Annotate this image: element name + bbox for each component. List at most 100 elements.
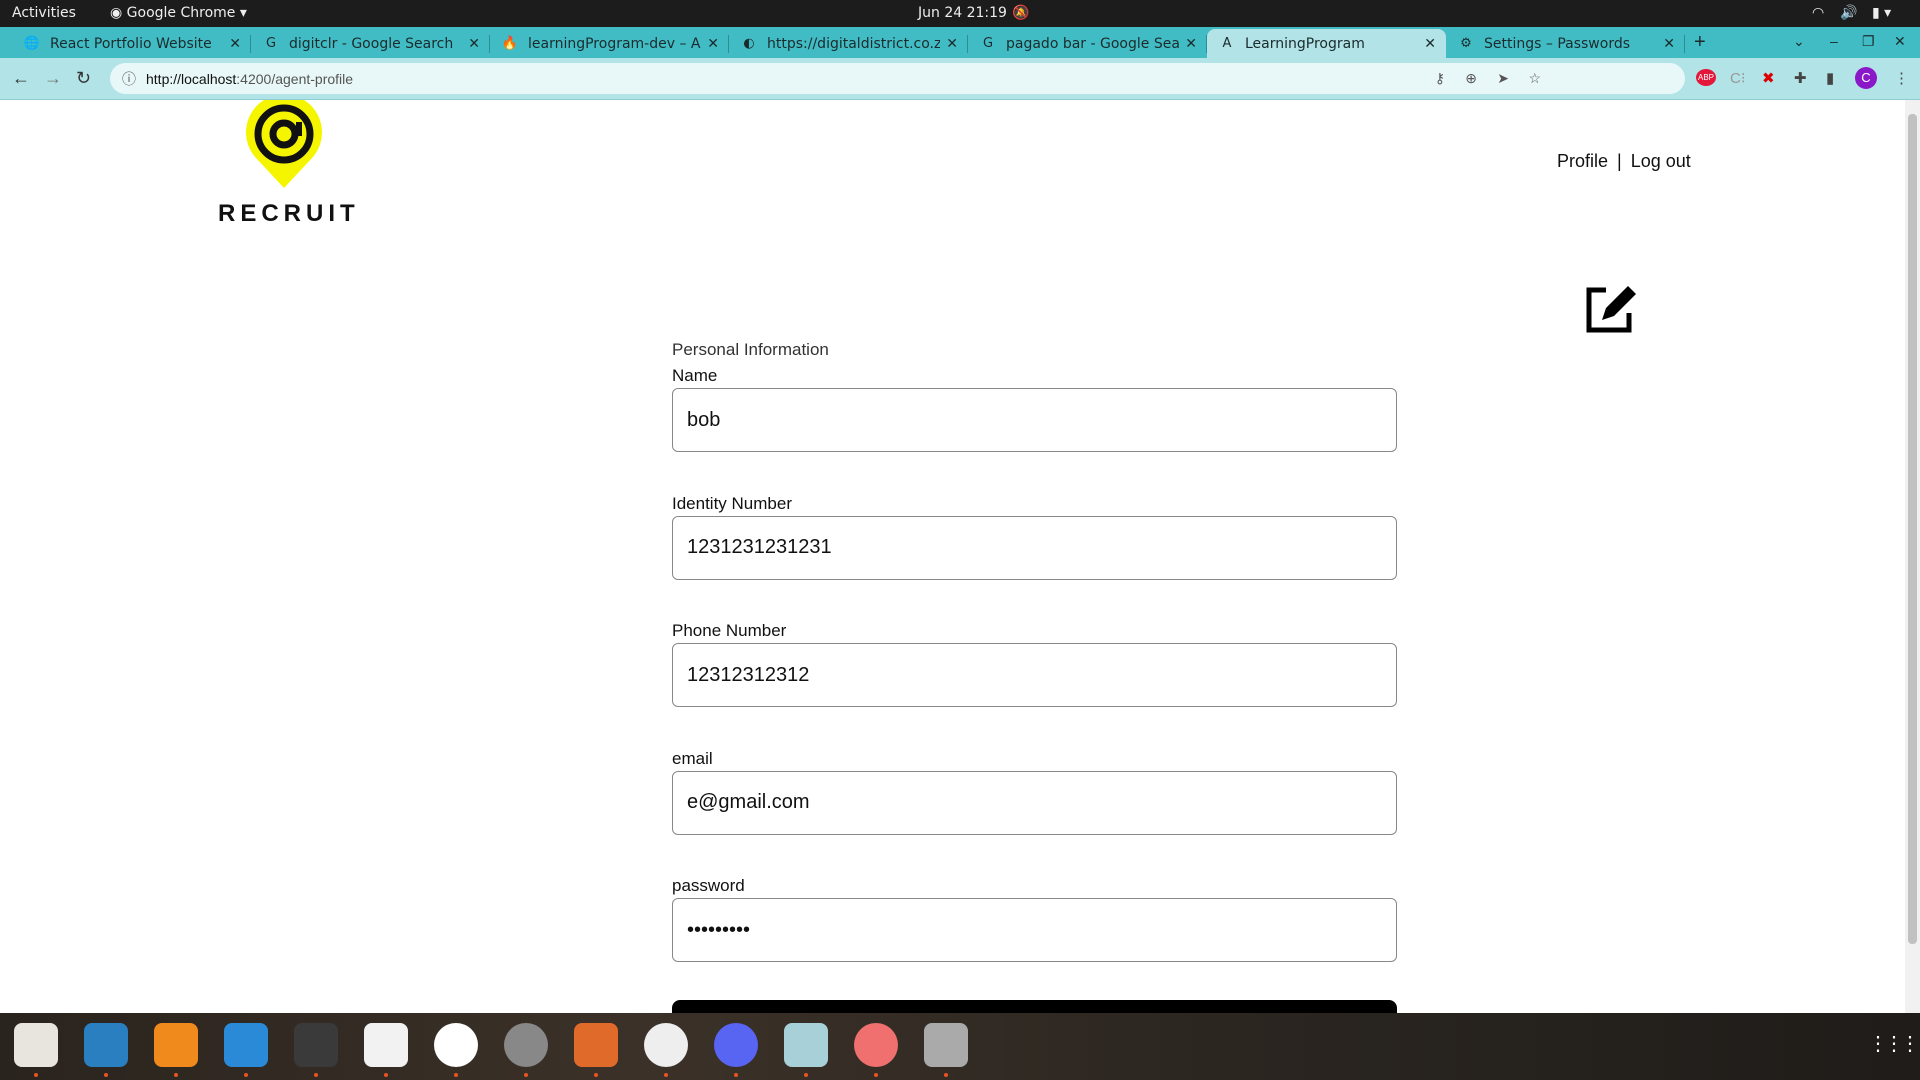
dock: ⋮⋮⋮ (0, 1013, 1920, 1080)
site-icon: ◐ (743, 36, 755, 51)
close-tab-icon[interactable]: ✕ (468, 36, 480, 52)
logout-link[interactable]: Log out (1631, 151, 1691, 171)
tab-search-icon[interactable]: ⌄ (1793, 33, 1805, 50)
adblock-icon[interactable]: ABP (1696, 69, 1717, 86)
close-tab-icon[interactable]: ✕ (1424, 36, 1436, 52)
discord-icon[interactable] (714, 1023, 758, 1067)
running-indicator (734, 1073, 738, 1077)
recruit-logo: RECRUIT (218, 100, 355, 230)
extension-x-icon[interactable]: ✖ (1762, 69, 1775, 87)
running-indicator (454, 1073, 458, 1077)
chrome-icon[interactable] (644, 1023, 688, 1067)
url-path: :4200/agent-profile (236, 70, 354, 87)
tab[interactable]: Gdigitclr - Google Search ✕ (251, 29, 490, 58)
page-content: RECRUIT Profile | Log out Personal Infor… (0, 100, 1905, 1013)
email-value: e@gmail.com (687, 791, 810, 813)
identity-number-input[interactable] (672, 515, 1397, 580)
close-tab-icon[interactable]: ✕ (707, 36, 719, 52)
tab[interactable]: ⚙ Settings – Passwords ✕ (1446, 29, 1685, 58)
toolbar: ← → ↻ ⓘ http://localhost:4200/agent-prof… (0, 58, 1920, 100)
password-input[interactable] (672, 898, 1397, 962)
tab-divider (1684, 35, 1685, 53)
close-tab-icon[interactable]: ✕ (229, 36, 241, 52)
send-icon[interactable]: ➤ (1497, 70, 1509, 87)
phone-number-input[interactable] (672, 643, 1397, 707)
running-indicator (174, 1073, 178, 1077)
vlc-icon[interactable] (154, 1023, 198, 1067)
minimize-icon[interactable]: – (1830, 33, 1838, 49)
extension-c-icon[interactable]: C⁝ (1730, 69, 1746, 87)
edit-icon[interactable] (1584, 280, 1640, 336)
clock[interactable]: Jun 24 21:19 (918, 5, 1007, 21)
reload-icon[interactable]: ↻ (76, 68, 91, 89)
google-icon: G (265, 36, 277, 51)
tab-strip: 🌐 React Portfolio Website ✕ Gdigitclr - Goo… (0, 27, 1920, 58)
back-icon[interactable]: ← (12, 68, 30, 89)
slack-icon[interactable] (434, 1023, 478, 1067)
forward-icon[interactable]: → (44, 68, 62, 89)
app-menu[interactable]: ◉ Google Chrome ▾ (110, 5, 247, 21)
profile-avatar[interactable]: C (1855, 67, 1877, 89)
name-input[interactable] (672, 388, 1397, 452)
files-icon[interactable] (14, 1023, 58, 1067)
impress-icon[interactable] (574, 1023, 618, 1067)
star-icon[interactable]: ☆ (1528, 70, 1541, 87)
tab-title: pagado bar - Google Search (1006, 35, 1180, 52)
app-grid-icon[interactable]: ⋮⋮⋮ (1868, 1031, 1920, 1056)
tab[interactable]: ◐ https://digitaldistrict.co.za ✕ (729, 29, 968, 58)
side-panel-icon[interactable]: ▮ (1826, 69, 1834, 87)
running-indicator (944, 1073, 948, 1077)
field-label: Phone Number (672, 621, 787, 640)
nav-separator: | (1617, 151, 1622, 171)
vscode-icon[interactable] (224, 1023, 268, 1067)
zoom-icon[interactable]: ⊕ (1465, 70, 1477, 87)
text-editor-icon[interactable] (364, 1023, 408, 1067)
tab[interactable]: Gpagado bar - Google Search ✕ (968, 29, 1207, 58)
address-bar[interactable]: ⓘ http://localhost:4200/agent-profile ⚷ … (110, 63, 1685, 94)
terminal-icon[interactable] (294, 1023, 338, 1067)
close-tab-icon[interactable]: ✕ (946, 36, 958, 52)
field-label: Name (672, 366, 718, 385)
volume-icon[interactable]: 🔊 (1840, 5, 1857, 21)
disk-usage-icon[interactable] (854, 1023, 898, 1067)
new-tab-button[interactable]: + (1694, 31, 1706, 54)
page-scrollbar[interactable] (1905, 100, 1920, 1013)
tab[interactable]: 🌐 React Portfolio Website ✕ (12, 29, 251, 58)
close-tab-icon[interactable]: ✕ (1185, 36, 1197, 52)
tab-title: LearningProgram (1245, 35, 1365, 52)
header-nav: Profile | Log out (1557, 151, 1691, 172)
running-indicator (804, 1073, 808, 1077)
battery-icon[interactable]: ▮ ▾ (1872, 5, 1891, 21)
email-input[interactable]: e@gmail.com (672, 770, 1397, 835)
writer-icon[interactable] (84, 1023, 128, 1067)
running-indicator (314, 1073, 318, 1077)
scrollbar-thumb[interactable] (1908, 114, 1917, 944)
puzzle-icon[interactable]: ✚ (1794, 69, 1807, 87)
key-icon[interactable]: ⚷ (1435, 70, 1445, 87)
running-indicator (874, 1073, 878, 1077)
running-indicator (244, 1073, 248, 1077)
tab-title: learningProgram-dev – Au (528, 35, 702, 52)
tab[interactable]: A LearningProgram ✕ (1207, 29, 1446, 58)
tab[interactable]: 🔥 learningProgram-dev – Au ✕ (490, 29, 729, 58)
at-pin-icon (246, 100, 322, 188)
profile-link[interactable]: Profile (1557, 151, 1608, 171)
tab-title: React Portfolio Website (50, 35, 212, 52)
virtualbox-icon[interactable] (784, 1023, 828, 1067)
wifi-icon[interactable]: ◠ (1812, 5, 1824, 21)
settings-icon[interactable] (504, 1023, 548, 1067)
close-window-icon[interactable]: ✕ (1894, 33, 1906, 50)
globe-icon: 🌐 (23, 36, 41, 51)
menu-kebab-icon[interactable]: ⋮ (1894, 69, 1909, 87)
running-indicator (524, 1073, 528, 1077)
running-indicator (104, 1073, 108, 1077)
field-label: password (672, 876, 745, 895)
activities-button[interactable]: Activities (12, 5, 76, 21)
usb-icon[interactable] (924, 1023, 968, 1067)
close-tab-icon[interactable]: ✕ (1663, 36, 1675, 52)
field-label: email (672, 748, 713, 768)
angular-icon: A (1222, 36, 1232, 51)
firebase-icon: 🔥 (501, 36, 519, 51)
submit-button[interactable] (672, 1000, 1397, 1013)
maximize-icon[interactable]: ❐ (1862, 33, 1875, 50)
